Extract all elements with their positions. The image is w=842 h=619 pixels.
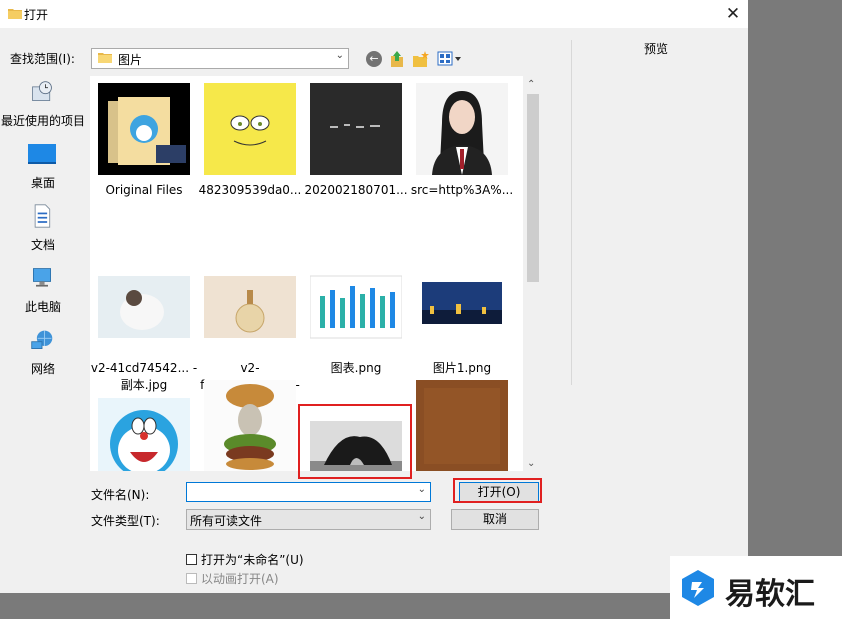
portrait-thumb bbox=[416, 83, 508, 175]
look-in-value: 图片 bbox=[118, 53, 143, 67]
filetype-label: 文件类型(T): bbox=[91, 514, 160, 528]
scroll-up-icon[interactable]: ⌃ bbox=[527, 79, 535, 90]
up-folder-icon[interactable] bbox=[389, 50, 405, 68]
vertical-scrollbar[interactable]: ⌃ ⌄ bbox=[523, 76, 542, 471]
file-name: 202002180701... bbox=[304, 183, 408, 197]
place-label: 桌面 bbox=[30, 176, 55, 190]
selection-highlight bbox=[298, 404, 412, 479]
close-icon: ✕ bbox=[725, 4, 741, 24]
animation-checkbox[interactable] bbox=[186, 573, 197, 584]
animation-label: 以动画打开(A) bbox=[201, 572, 279, 586]
scroll-thumb[interactable] bbox=[527, 94, 539, 282]
recent-items-icon bbox=[32, 81, 52, 101]
look-in-label: 查找范围(I): bbox=[10, 52, 75, 66]
woman-thumb bbox=[98, 276, 190, 338]
doraemon-thumb bbox=[98, 398, 190, 471]
folder-thumb bbox=[98, 83, 190, 175]
view-menu-icon[interactable] bbox=[437, 51, 463, 67]
perfume-thumb bbox=[204, 276, 296, 338]
folder-icon bbox=[98, 53, 112, 63]
new-folder-icon[interactable] bbox=[412, 50, 430, 68]
preview-label: 预览 bbox=[644, 42, 669, 56]
chevron-down-icon: ⌄ bbox=[417, 511, 426, 522]
place-label: 网络 bbox=[30, 362, 55, 376]
back-button[interactable]: ← bbox=[366, 51, 382, 67]
place-label: 最近使用的项目 bbox=[0, 114, 85, 128]
close-button[interactable]: ✕ bbox=[718, 0, 748, 28]
filetype-value: 所有可读文件 bbox=[190, 514, 263, 528]
open-dialog: 打开 ✕ 查找范围(I): 图片 ⌄ ← 最近使用的项目 桌面 文档 此电脑 网… bbox=[0, 0, 748, 593]
title-bar: 打开 ✕ bbox=[0, 0, 748, 28]
cityscape-thumb bbox=[422, 282, 502, 324]
look-in-combo[interactable]: 图片 ⌄ bbox=[91, 48, 349, 69]
leather-thumb bbox=[416, 380, 508, 471]
burger-thumb bbox=[204, 380, 296, 471]
chevron-down-icon: ⌄ bbox=[335, 50, 344, 61]
places-bar: 最近使用的项目 桌面 文档 此电脑 网络 bbox=[0, 76, 86, 546]
file-name: v2-41cd74542... - 副本.jpg bbox=[90, 361, 198, 392]
scroll-down-icon[interactable]: ⌄ bbox=[527, 458, 535, 469]
filename-input[interactable]: ⌄ bbox=[186, 482, 431, 502]
file-name: 图片1.png bbox=[432, 361, 492, 375]
chevron-down-icon[interactable]: ⌄ bbox=[418, 484, 426, 495]
folder-icon bbox=[8, 9, 22, 19]
divider bbox=[571, 40, 572, 385]
file-name: 482309539da0... bbox=[198, 183, 302, 197]
logo-icon bbox=[682, 570, 714, 606]
place-label: 此电脑 bbox=[24, 300, 61, 314]
file-name: Original Files bbox=[105, 183, 183, 197]
documents-icon bbox=[34, 204, 51, 228]
window-title: 打开 bbox=[24, 8, 49, 22]
place-label: 文档 bbox=[30, 238, 55, 252]
open-button-highlight bbox=[453, 478, 542, 503]
calligraphy-thumb bbox=[310, 83, 402, 175]
open-untitled-checkbox[interactable] bbox=[186, 554, 197, 565]
file-name: 图表.png bbox=[330, 361, 382, 375]
filename-label: 文件名(N): bbox=[91, 488, 150, 502]
watermark: 易软汇 bbox=[670, 556, 842, 619]
watermark-text: 易软汇 bbox=[725, 577, 815, 612]
desktop-icon bbox=[28, 144, 56, 164]
sponge-thumb bbox=[204, 83, 296, 175]
open-untitled-label: 打开为“未命名”(U) bbox=[201, 553, 304, 567]
file-name: src=http%3A%... bbox=[410, 183, 514, 197]
back-icon: ← bbox=[369, 52, 379, 65]
this-pc-icon bbox=[33, 268, 51, 287]
network-icon bbox=[31, 330, 53, 349]
chart-thumb bbox=[310, 275, 402, 339]
filetype-select[interactable]: 所有可读文件 ⌄ bbox=[186, 509, 431, 530]
cancel-button[interactable]: 取消 bbox=[451, 509, 539, 530]
